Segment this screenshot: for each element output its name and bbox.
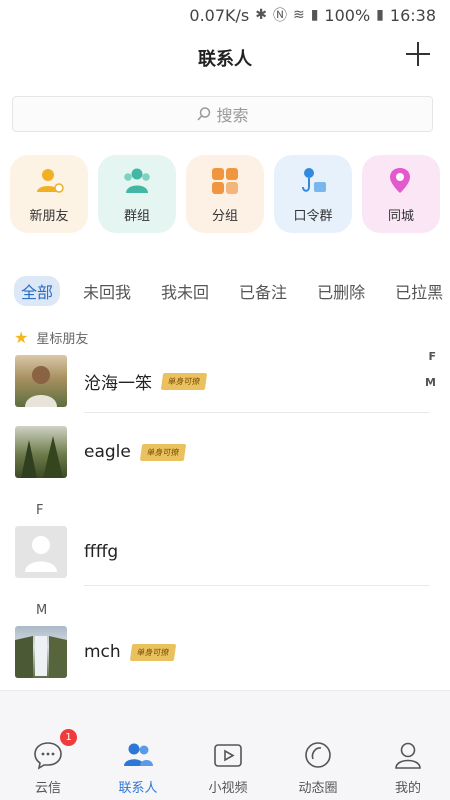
grid-icon — [212, 167, 238, 194]
contact-row[interactable]: eagle 单身可撩 — [0, 419, 450, 485]
tab-label: 动态圈 — [298, 781, 338, 796]
starred-label: 星标朋友 — [36, 332, 89, 347]
contact-name-wrap: eagle 单身可撩 — [84, 442, 187, 462]
star-icon: ★ — [14, 328, 29, 347]
tab-short-video[interactable]: 小视频 — [193, 739, 263, 796]
contact-name-wrap: ffffg — [84, 542, 118, 562]
filter-deleted[interactable]: 已删除 — [310, 276, 372, 306]
groups-tile[interactable]: 群组 — [98, 155, 176, 233]
tile-label: 口令群 — [293, 208, 333, 224]
contacts-icon — [124, 743, 153, 766]
new-friend-icon — [37, 168, 64, 193]
section-letter: M — [36, 603, 48, 618]
contact-name: eagle — [84, 442, 131, 462]
page-title: 联系人 — [198, 49, 252, 70]
battery-level: 100% — [324, 5, 371, 25]
location-pin-icon — [390, 167, 410, 193]
app-header: 联系人 — [0, 30, 450, 86]
status-bar: 0.07K/s ✱ Ⓝ ≋ ▮ 100% ▮ 16:38 — [0, 0, 450, 30]
battery-icon: ▮ — [376, 7, 384, 23]
contact-row[interactable]: 沧海一笨 单身可撩 — [0, 348, 450, 414]
passcode-group-icon — [302, 167, 326, 192]
tile-label: 同城 — [387, 208, 414, 224]
divider — [84, 585, 430, 586]
tab-label: 小视频 — [208, 781, 248, 796]
filter-noted[interactable]: 已备注 — [232, 276, 294, 306]
contact-name: mch — [84, 642, 121, 662]
profile-icon — [395, 742, 421, 769]
filter-tabs: 全部 未回我 我未回 已备注 已删除 已拉黑 — [14, 276, 450, 306]
search-icon — [197, 107, 211, 121]
search-input[interactable]: 搜索 — [12, 96, 433, 132]
avatar — [15, 426, 67, 478]
avatar — [15, 355, 67, 407]
chat-bubble-icon — [34, 742, 62, 770]
contact-name-wrap: 沧海一笨 单身可撩 — [84, 369, 208, 394]
signal-icon: ▮ — [310, 7, 319, 23]
tab-profile[interactable]: 我的 — [373, 739, 443, 796]
tile-label: 新朋友 — [29, 208, 69, 224]
section-letter: F — [36, 503, 44, 518]
filter-all[interactable]: 全部 — [14, 276, 61, 306]
contact-name: 沧海一笨 — [84, 373, 152, 394]
nearby-tile[interactable]: 同城 — [362, 155, 440, 233]
single-badge: 单身可撩 — [139, 443, 187, 461]
tile-label: 群组 — [123, 208, 150, 224]
nfc-icon: Ⓝ — [272, 8, 287, 24]
clock: 16:38 — [389, 5, 436, 25]
starred-header: ★ 星标朋友 — [14, 328, 88, 347]
tab-messages[interactable]: 1 云信 — [13, 729, 83, 796]
filter-unreplied-me[interactable]: 未回我 — [76, 276, 138, 306]
single-badge: 单身可撩 — [129, 643, 176, 661]
new-friends-tile[interactable]: 新朋友 — [10, 155, 88, 233]
wifi-icon: ≋ — [292, 7, 305, 23]
moments-icon — [305, 742, 331, 768]
add-icon[interactable] — [404, 40, 432, 68]
divider — [84, 412, 430, 413]
group-icon — [124, 168, 150, 193]
quick-actions: 新朋友 群组 分组 口令群 同城 — [10, 155, 440, 233]
bottom-tab-bar: 1 云信 联系人 小视频 动态圈 我的 — [0, 690, 450, 800]
contact-name-wrap: mch 单身可撩 — [84, 642, 176, 662]
passcode-group-tile[interactable]: 口令群 — [274, 155, 352, 233]
tab-label: 联系人 — [118, 781, 158, 796]
filter-blocked[interactable]: 已拉黑 — [388, 276, 450, 306]
tab-contacts[interactable]: 联系人 — [103, 739, 173, 796]
avatar — [15, 526, 67, 578]
tile-label: 分组 — [211, 208, 238, 224]
contact-row[interactable]: ffffg — [0, 519, 450, 585]
tab-moments[interactable]: 动态圈 — [283, 739, 353, 796]
tab-label: 我的 — [394, 781, 421, 796]
tab-label: 云信 — [34, 781, 61, 796]
categories-tile[interactable]: 分组 — [186, 155, 264, 233]
filter-i-unreplied[interactable]: 我未回 — [154, 276, 216, 306]
unread-badge: 1 — [60, 729, 77, 746]
contact-name: ffffg — [84, 542, 119, 562]
search-placeholder: 搜索 — [216, 106, 249, 125]
video-icon — [214, 744, 242, 767]
network-speed: 0.07K/s — [189, 5, 250, 25]
single-badge: 单身可撩 — [160, 372, 208, 390]
bluetooth-icon: ✱ — [255, 7, 267, 23]
contact-row[interactable]: mch 单身可撩 — [0, 619, 450, 685]
avatar — [15, 626, 67, 678]
